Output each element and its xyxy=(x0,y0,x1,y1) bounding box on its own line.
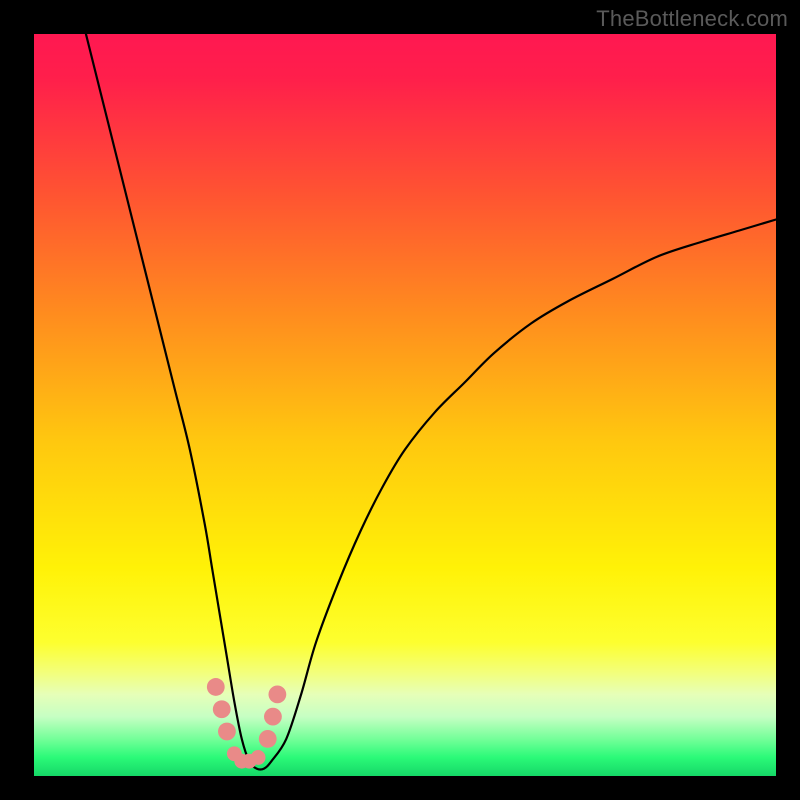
plot-area xyxy=(34,34,776,776)
highlight-dot xyxy=(268,685,286,703)
outer-frame: TheBottleneck.com xyxy=(0,0,800,800)
chart-svg xyxy=(34,34,776,776)
highlight-dot xyxy=(259,730,277,748)
highlight-dot xyxy=(207,678,225,696)
highlight-dot xyxy=(251,750,266,765)
highlight-dot xyxy=(213,700,231,718)
gradient-background xyxy=(34,34,776,776)
highlight-dot xyxy=(218,723,236,741)
watermark-text: TheBottleneck.com xyxy=(596,6,788,32)
highlight-dot xyxy=(264,708,282,726)
